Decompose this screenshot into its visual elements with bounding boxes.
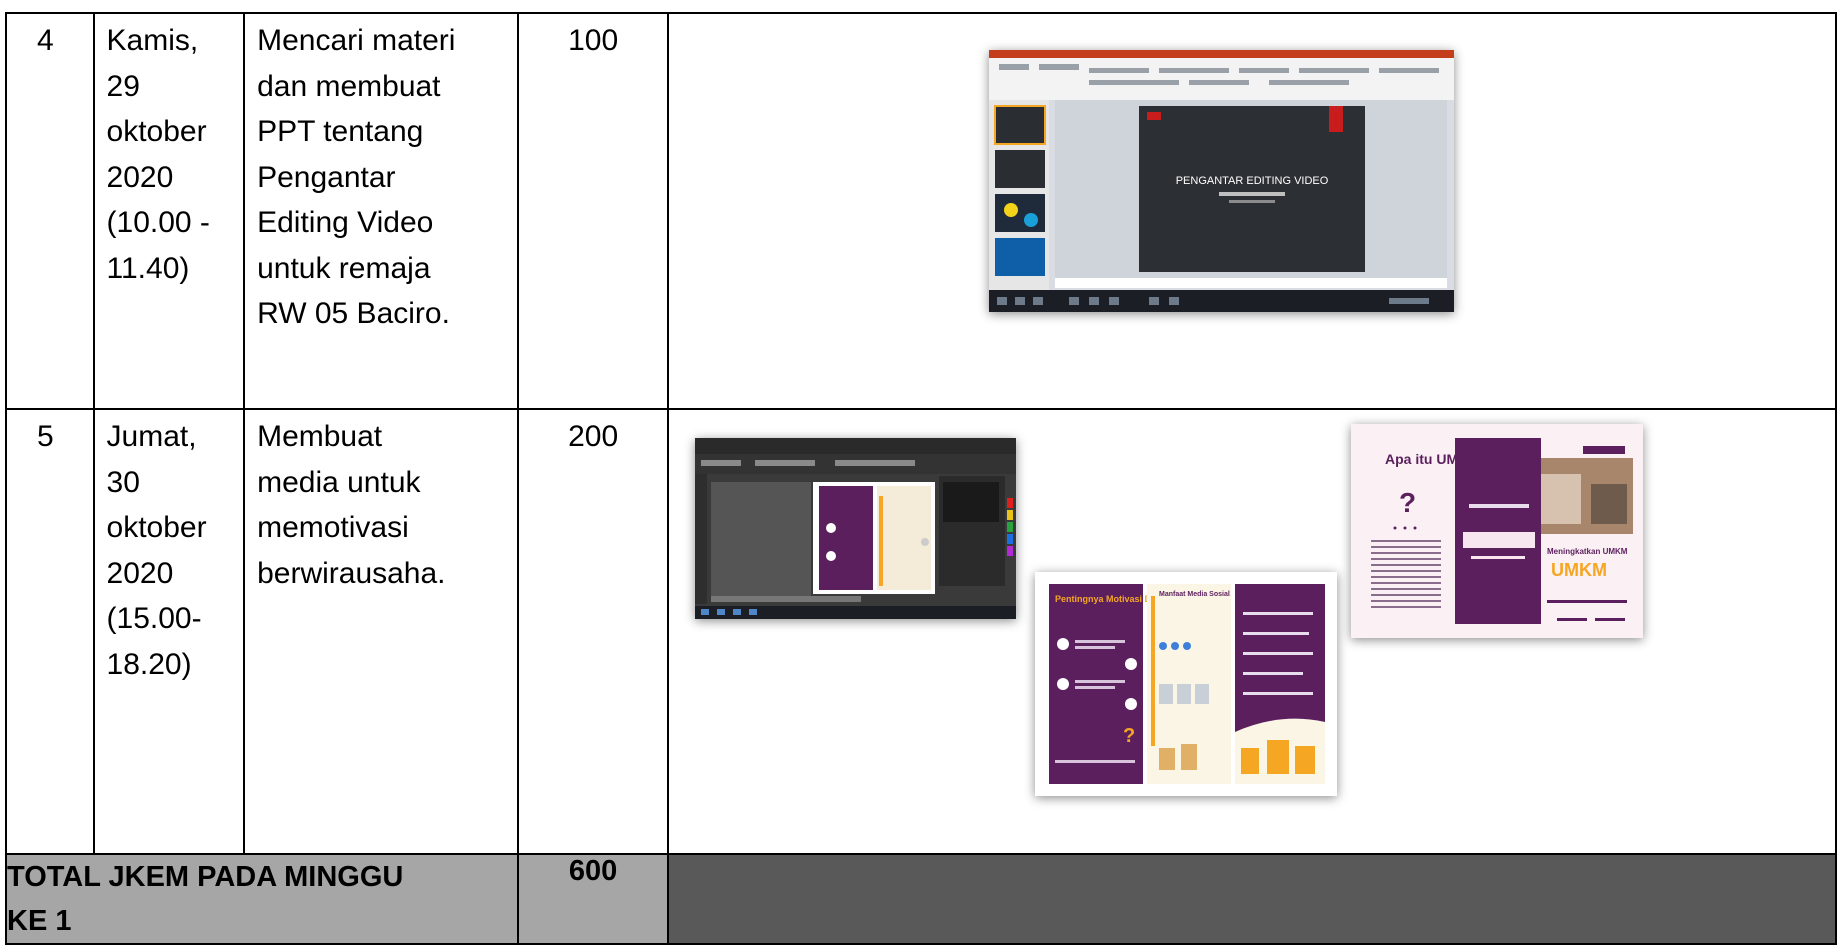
brochure-left-title: Pentingnya Motivasi Diri bbox=[1055, 594, 1160, 604]
cell-number: 5 bbox=[5, 408, 95, 855]
date-line: 18.20) bbox=[106, 647, 192, 681]
activity-line: berwirausaha. bbox=[257, 556, 446, 590]
question-mark-icon: ? bbox=[1399, 487, 1416, 518]
date-line: Jumat, bbox=[106, 420, 197, 453]
activity-line: RW 05 Baciro. bbox=[257, 297, 450, 330]
brochure-motivation-image: Pentingnya Motivasi Diri ? Manfaat Media… bbox=[1035, 572, 1338, 796]
cell-number: 4 bbox=[5, 12, 95, 410]
date-line: Kamis, bbox=[106, 24, 199, 57]
activity-log-table: 4 Kamis, 29 oktober 2020 (10.00 - 11.40)… bbox=[4, 12, 1837, 945]
cell-documentation: Pentingnya Motivasi Diri ? Manfaat Media… bbox=[667, 408, 1837, 855]
date-line: 11.40) bbox=[106, 251, 190, 285]
total-empty-cell bbox=[667, 853, 1837, 945]
powerpoint-window-drawing: PENGANTAR EDITING VIDEO bbox=[989, 50, 1455, 312]
activity-line: Pengantar bbox=[257, 160, 396, 194]
design-app-drawing bbox=[695, 438, 1017, 619]
cell-jkem: 200 bbox=[517, 408, 670, 855]
date-line: oktober bbox=[106, 511, 207, 544]
brochure-umkm-image: Apa itu UMKM ? Meningkatkan UMKM UMKM bbox=[1351, 424, 1644, 638]
total-label-line: TOTAL JKEM PADA MINGGU bbox=[7, 861, 404, 893]
activity-line: dan membuat bbox=[257, 69, 441, 103]
brochure-right-title: Meningkatkan UMKM bbox=[1547, 547, 1628, 556]
date-line: 2020 bbox=[106, 556, 174, 590]
activity-line: Membuat bbox=[257, 420, 383, 453]
date-line: 2020 bbox=[106, 160, 174, 194]
date-line: oktober bbox=[106, 115, 207, 148]
activity-line: media untuk bbox=[257, 465, 421, 499]
total-value-cell: 600 bbox=[517, 853, 670, 945]
table-row: 5 Jumat, 30 oktober 2020 (15.00- 18.20) … bbox=[5, 408, 1837, 855]
cell-activity: Mencari materi dan membuat PPT tentang P… bbox=[243, 12, 520, 410]
date-line: (15.00- bbox=[106, 602, 202, 635]
cell-jkem: 100 bbox=[517, 12, 670, 410]
date-line: 29 bbox=[106, 69, 140, 103]
design-app-screenshot bbox=[695, 438, 1017, 619]
activity-line: memotivasi bbox=[257, 511, 409, 544]
cell-documentation: PENGANTAR EDITING VIDEO bbox=[667, 12, 1837, 410]
slide-title: PENGANTAR EDITING VIDEO bbox=[1176, 175, 1329, 187]
activity-line: Mencari materi bbox=[257, 24, 456, 57]
cell-date: Kamis, 29 oktober 2020 (10.00 - 11.40) bbox=[92, 12, 246, 410]
cell-activity: Membuat media untuk memotivasi berwiraus… bbox=[243, 408, 520, 855]
brochure-mid-title: Manfaat Media Sosial bbox=[1159, 591, 1230, 598]
brochure-umkm-drawing: Apa itu UMKM ? Meningkatkan UMKM UMKM bbox=[1351, 424, 1644, 638]
total-label-line: KE 1 bbox=[7, 905, 72, 937]
brochure-motivation-drawing: Pentingnya Motivasi Diri ? Manfaat Media… bbox=[1049, 584, 1326, 784]
total-label-cell: TOTAL JKEM PADA MINGGU KE 1 bbox=[4, 853, 520, 945]
cell-date: Jumat, 30 oktober 2020 (15.00- 18.20) bbox=[92, 408, 246, 855]
activity-line: PPT tentang bbox=[257, 115, 424, 148]
table-row: 4 Kamis, 29 oktober 2020 (10.00 - 11.40)… bbox=[5, 12, 1837, 410]
powerpoint-screenshot: PENGANTAR EDITING VIDEO bbox=[989, 50, 1455, 312]
date-line: 30 bbox=[106, 465, 140, 499]
date-line: (10.00 - bbox=[106, 206, 210, 239]
svg-text:UMKM: UMKM bbox=[1551, 560, 1607, 580]
activity-line: Editing Video bbox=[257, 206, 434, 239]
total-row: TOTAL JKEM PADA MINGGU KE 1 600 bbox=[4, 853, 1837, 945]
question-mark-icon: ? bbox=[1123, 725, 1135, 747]
activity-line: untuk remaja bbox=[257, 251, 431, 285]
